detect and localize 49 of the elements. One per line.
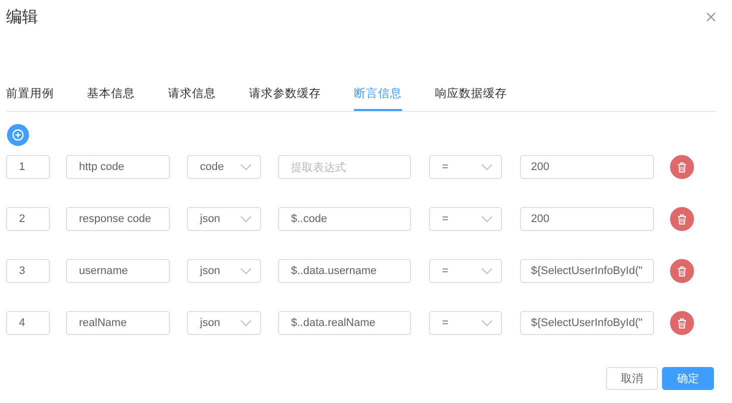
operator-select[interactable]: = <box>429 207 502 231</box>
caret-icon <box>481 319 493 327</box>
trash-icon <box>677 318 687 328</box>
operator-select[interactable]: = <box>429 311 502 335</box>
type-select[interactable]: json <box>187 259 261 283</box>
tab[interactable]: 请求信息 <box>168 78 216 111</box>
add-button[interactable] <box>7 124 29 146</box>
tab[interactable]: 前置用例 <box>6 78 54 111</box>
dialog-title: 编辑 <box>6 6 38 28</box>
trash-icon <box>677 266 687 276</box>
cancel-button[interactable]: 取消 <box>606 367 658 390</box>
name-field[interactable]: realName <box>66 311 170 335</box>
expression-field[interactable]: $..code <box>278 207 411 231</box>
expression-field[interactable]: $..data.username <box>278 259 411 283</box>
tab[interactable]: 请求参数缓存 <box>249 78 321 111</box>
delete-button[interactable] <box>670 207 694 231</box>
caret-icon <box>240 319 252 327</box>
operator-select[interactable]: = <box>429 155 502 179</box>
index-field[interactable]: 1 <box>6 155 50 179</box>
add-icon <box>12 129 24 141</box>
index-field[interactable]: 4 <box>6 311 50 335</box>
index-field[interactable]: 3 <box>6 259 50 283</box>
index-field[interactable]: 2 <box>6 207 50 231</box>
caret-icon <box>481 267 493 275</box>
caret-icon <box>481 163 493 171</box>
name-field[interactable]: response code <box>66 207 170 231</box>
type-select[interactable]: json <box>187 311 261 335</box>
type-select[interactable]: code <box>187 155 261 179</box>
delete-button[interactable] <box>670 311 694 335</box>
type-select[interactable]: json <box>187 207 261 231</box>
trash-icon <box>677 214 687 224</box>
tab[interactable]: 响应数据缓存 <box>435 78 507 111</box>
close-icon[interactable] <box>706 12 716 22</box>
trash-icon <box>677 162 687 172</box>
value-field[interactable]: 200 <box>520 155 654 179</box>
tab[interactable]: 基本信息 <box>87 78 135 111</box>
delete-button[interactable] <box>670 155 694 179</box>
value-field[interactable]: 200 <box>520 207 654 231</box>
caret-icon <box>240 215 252 223</box>
value-field[interactable]: ${SelectUserInfoById(" <box>520 311 654 335</box>
value-field[interactable]: ${SelectUserInfoById(" <box>520 259 654 283</box>
name-field[interactable]: username <box>66 259 170 283</box>
operator-select[interactable]: = <box>429 259 502 283</box>
caret-icon <box>240 267 252 275</box>
name-field[interactable]: http code <box>66 155 170 179</box>
expression-field[interactable]: $..data.realName <box>278 311 411 335</box>
caret-icon <box>240 163 252 171</box>
delete-button[interactable] <box>670 259 694 283</box>
caret-icon <box>481 215 493 223</box>
